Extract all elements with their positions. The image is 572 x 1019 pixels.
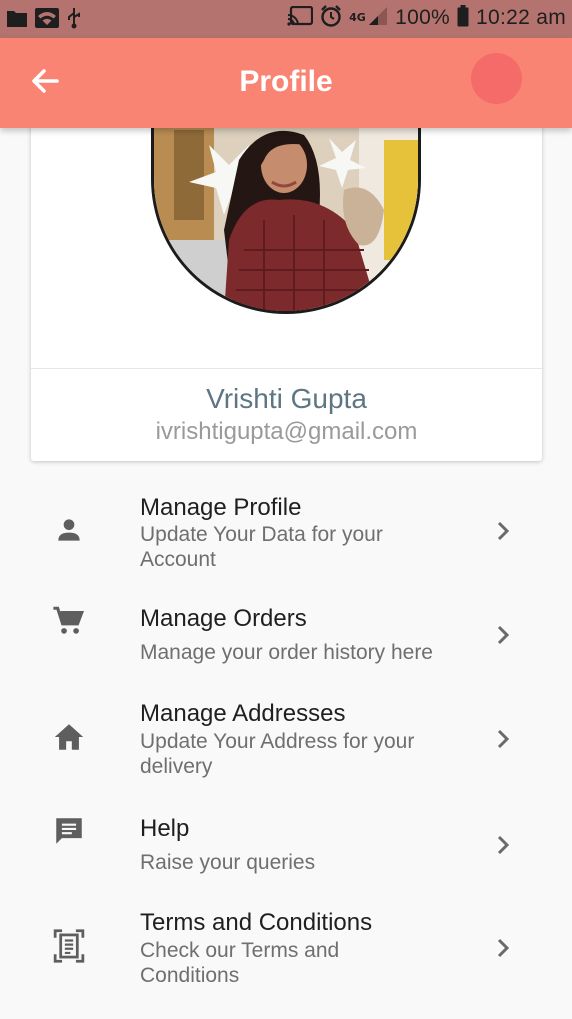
battery-percentage: 100% <box>395 6 451 29</box>
wifi-icon <box>34 7 60 33</box>
cast-icon <box>287 5 314 30</box>
subtitle-line: Raise your queries <box>140 851 316 874</box>
signal-icon <box>368 6 388 30</box>
folder-icon <box>6 8 28 32</box>
chevron-right-icon <box>491 623 515 647</box>
menu-title: Manage Profile <box>140 494 302 521</box>
profile-avatar[interactable] <box>151 120 421 314</box>
card-divider <box>31 368 542 369</box>
menu-subtitle: Update Your Data for your Account <box>140 522 470 572</box>
subtitle-line: Update Your Data for your <box>140 523 383 546</box>
document-scan-icon <box>50 927 88 965</box>
menu-title: Manage Orders <box>140 605 307 632</box>
touch-ripple <box>471 53 522 104</box>
chevron-right-icon <box>491 519 515 543</box>
menu-item-manage-profile[interactable]: Manage Profile Update Your Data for your… <box>0 486 572 584</box>
home-icon <box>50 718 88 756</box>
menu-subtitle: Check our Terms and Conditions <box>140 938 470 988</box>
subtitle-line: Check our Terms and <box>140 939 340 962</box>
menu-subtitle: Manage your order history here <box>140 640 500 665</box>
person-icon <box>50 511 88 549</box>
menu-title: Help <box>140 815 190 842</box>
menu-subtitle: Update Your Address for your delivery <box>140 729 470 779</box>
profile-card: Vrishti Gupta ivrishtigupta@gmail.com <box>31 100 542 461</box>
subtitle-line: Account <box>140 548 216 571</box>
subtitle-line: delivery <box>140 755 213 778</box>
subtitle-line: Conditions <box>140 964 240 987</box>
profile-name: Vrishti Gupta <box>206 383 367 414</box>
message-icon <box>50 812 88 850</box>
menu-item-terms[interactable]: Terms and Conditions Check our Terms and… <box>0 903 572 1001</box>
status-right-icons: 4G 100% 10:22 am <box>287 5 566 31</box>
battery-icon <box>457 5 469 31</box>
subtitle-line: Manage your order history here <box>140 641 433 664</box>
menu-title: Manage Addresses <box>140 700 346 727</box>
menu-item-manage-addresses[interactable]: Manage Addresses Update Your Address for… <box>0 694 572 792</box>
profile-photo <box>154 120 418 311</box>
chevron-right-icon <box>491 936 515 960</box>
chevron-right-icon <box>491 833 515 857</box>
alarm-icon <box>320 5 342 31</box>
subtitle-line: Update Your Address for your <box>140 730 415 753</box>
menu-title: Terms and Conditions <box>140 909 373 936</box>
menu-item-help[interactable]: Help Raise your queries <box>0 805 572 885</box>
profile-email: ivrishtigupta@gmail.com <box>155 418 418 445</box>
menu-item-manage-orders[interactable]: Manage Orders Manage your order history … <box>0 595 572 675</box>
cart-icon <box>50 602 88 640</box>
network-type: 4G <box>349 11 366 24</box>
menu-subtitle: Raise your queries <box>140 850 470 875</box>
status-bar: 4G 100% 10:22 am <box>0 0 572 38</box>
status-left-icons <box>6 7 82 33</box>
usb-icon <box>66 7 82 33</box>
clock: 10:22 am <box>476 6 566 29</box>
chevron-right-icon <box>491 727 515 751</box>
